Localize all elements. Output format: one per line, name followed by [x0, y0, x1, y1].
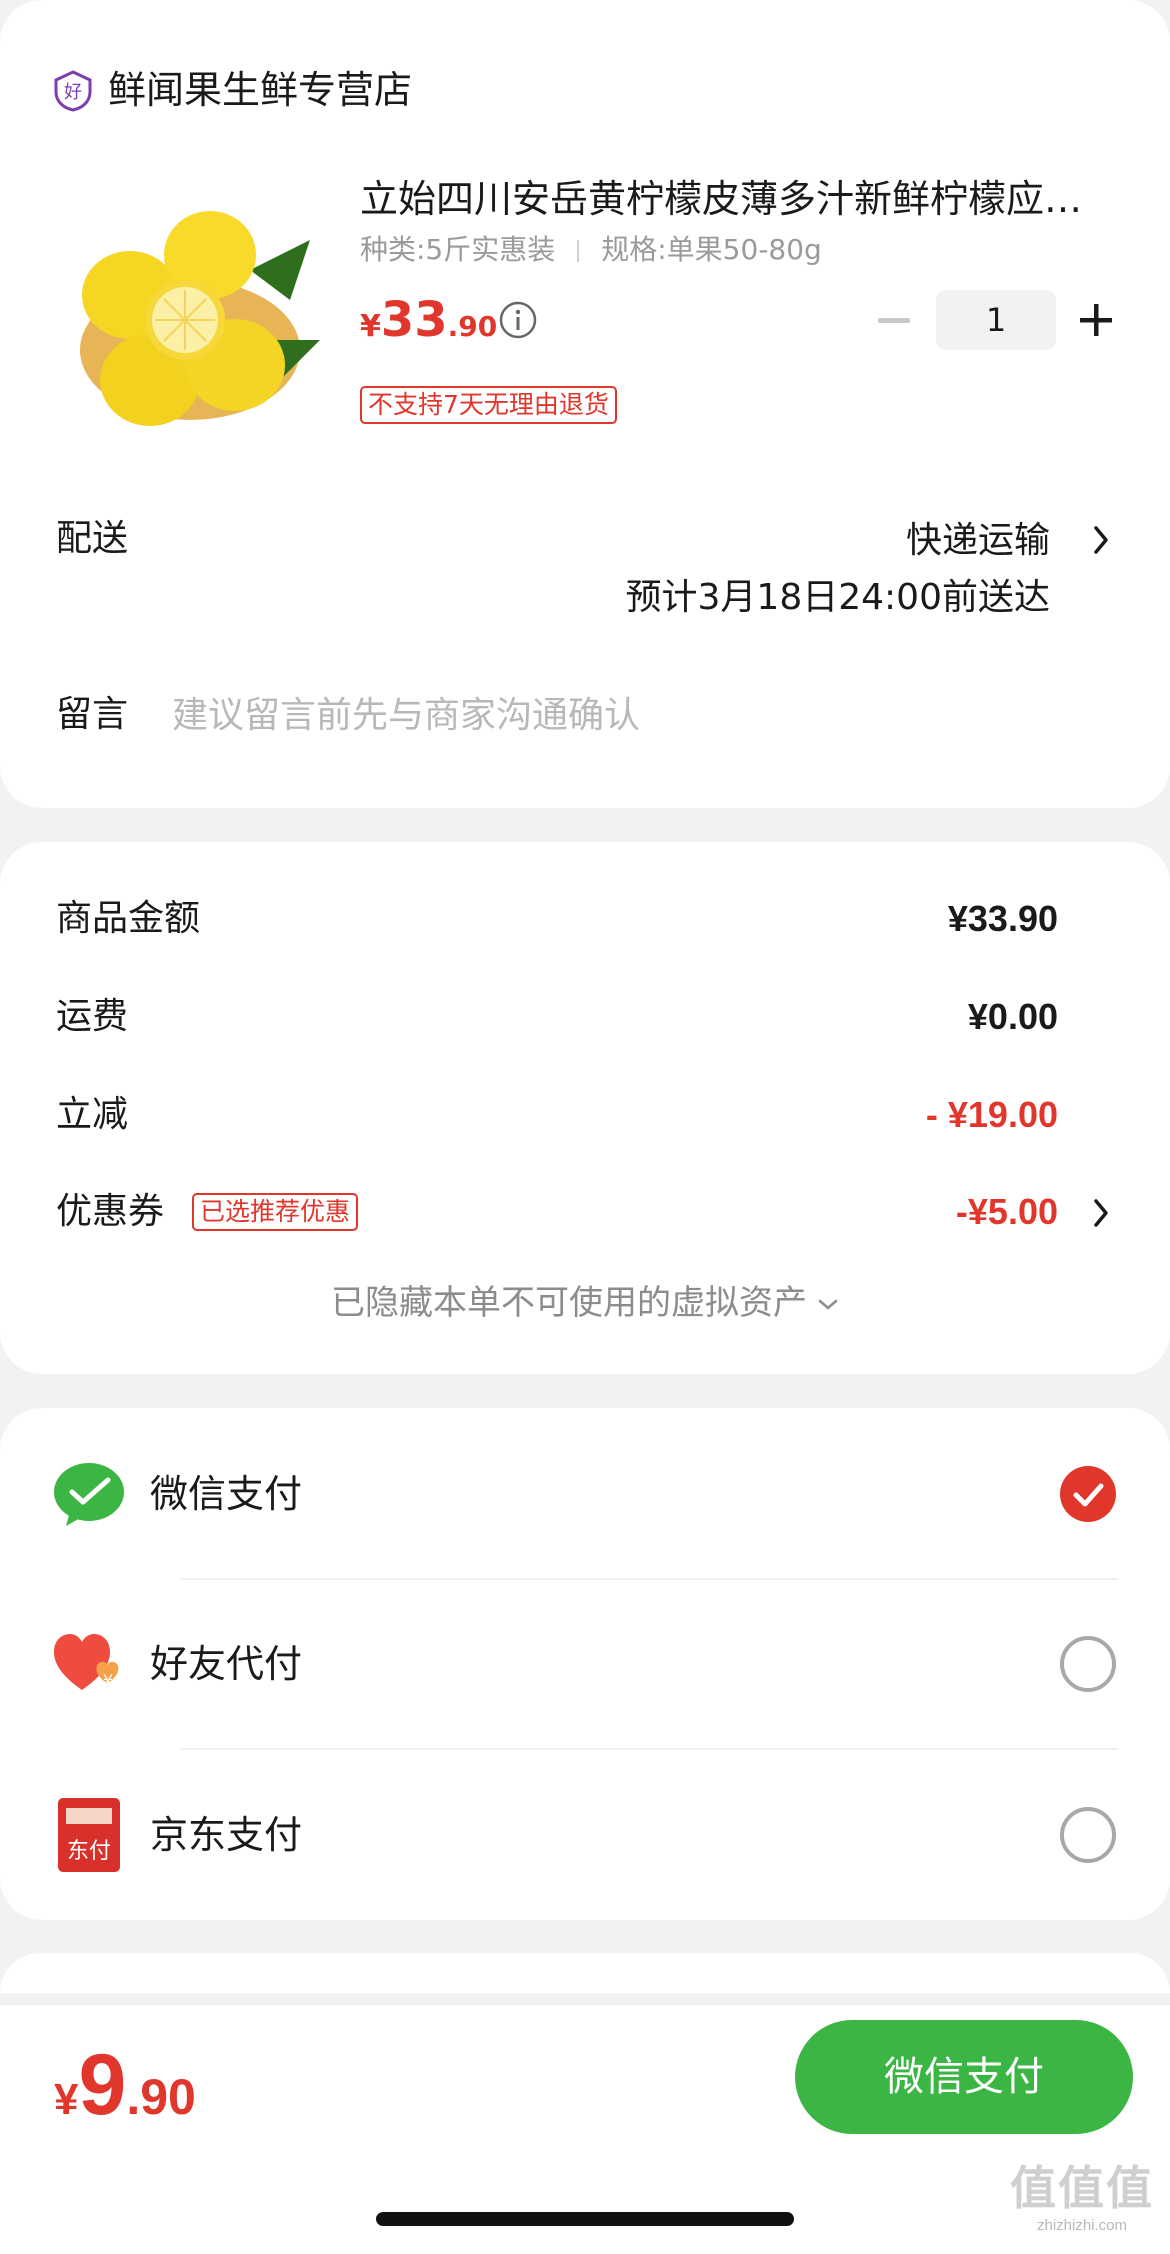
- instant-discount-label: 立减: [56, 1094, 129, 1135]
- shipping-fee-value: ¥0.00: [967, 996, 1058, 1037]
- total-integer: 9: [78, 2037, 127, 2133]
- svg-text:¥: ¥: [103, 1671, 113, 1690]
- price-integer: 33: [380, 292, 448, 348]
- message-input[interactable]: [172, 686, 1112, 744]
- chevron-down-icon: [818, 1299, 838, 1310]
- product-image[interactable]: [60, 200, 330, 440]
- wechat-pay-button[interactable]: 微信支付: [795, 2020, 1133, 2134]
- message-label: 留言: [56, 694, 129, 735]
- partial-card: [0, 1953, 1170, 1993]
- spec-divider: [577, 240, 580, 262]
- chevron-right-icon[interactable]: [1090, 1195, 1112, 1231]
- total-price: ¥9.90: [54, 2040, 196, 2155]
- hidden-assets-text: 已隐藏本单不可使用的虚拟资产: [331, 1283, 807, 1323]
- home-indicator[interactable]: [376, 2212, 794, 2226]
- goods-amount-label: 商品金额: [56, 898, 201, 939]
- quantity-decrease-button[interactable]: [878, 318, 910, 323]
- goods-amount-value: ¥33.90: [947, 898, 1058, 939]
- chevron-right-icon[interactable]: [1090, 522, 1112, 558]
- hidden-assets-toggle[interactable]: 已隐藏本单不可使用的虚拟资产: [0, 1278, 1170, 1328]
- radio-selected-wechat[interactable]: [1060, 1466, 1116, 1522]
- radio-unselected-jd[interactable]: [1060, 1807, 1116, 1863]
- quantity-increase-button[interactable]: [1078, 302, 1114, 338]
- no-return-tag: 不支持7天无理由退货: [360, 386, 617, 424]
- payment-option-label[interactable]: 京东支付: [150, 1808, 302, 1862]
- price-currency: ¥: [360, 309, 381, 344]
- shipping-fee-label: 运费: [56, 996, 129, 1037]
- store-badge-icon: 好: [54, 70, 92, 112]
- divider: [180, 1578, 1118, 1580]
- instant-discount-value: - ¥19.00: [925, 1094, 1058, 1135]
- total-currency: ¥: [54, 2075, 79, 2124]
- friend-pay-icon: ¥: [54, 1634, 119, 1690]
- watermark-url: zhizhizhi.com: [1036, 2217, 1128, 2234]
- jd-pay-icon: 东付: [58, 1798, 120, 1872]
- info-icon[interactable]: [498, 300, 538, 340]
- delivery-method[interactable]: 快递运输: [906, 516, 1050, 566]
- total-decimal: .90: [126, 2069, 196, 2125]
- payment-option-label[interactable]: 微信支付: [150, 1467, 302, 1521]
- product-price: ¥33.90: [360, 290, 497, 361]
- quantity-input[interactable]: 1: [936, 290, 1056, 350]
- radio-unselected-friend[interactable]: [1060, 1636, 1116, 1692]
- wechat-pay-icon: [54, 1463, 124, 1526]
- delivery-eta: 预计3月18日24:00前送达: [625, 577, 1050, 618]
- store-name[interactable]: 鲜闻果生鲜专营店: [108, 64, 412, 116]
- svg-text:东付: 东付: [67, 1839, 111, 1864]
- delivery-label: 配送: [56, 518, 129, 559]
- divider: [180, 1748, 1118, 1750]
- payment-option-label[interactable]: 好友代付: [150, 1637, 302, 1691]
- product-title[interactable]: 立始四川安岳黄柠檬皮薄多汁新鲜柠檬应季水果: [360, 172, 1120, 226]
- watermark: 值值值 zhizhizhi.com: [1010, 2160, 1154, 2236]
- spec-size: 规格:单果50-80g: [601, 233, 822, 266]
- coupon-value[interactable]: -¥5.00: [956, 1187, 1058, 1237]
- product-spec[interactable]: 种类:5斤实惠装 规格:单果50-80g: [360, 230, 822, 270]
- coupon-label: 优惠券: [56, 1191, 165, 1232]
- spec-kind: 种类:5斤实惠装: [360, 233, 556, 266]
- coupon-recommended-tag: 已选推荐优惠: [192, 1193, 359, 1231]
- watermark-title: 值值值: [1010, 2161, 1154, 2215]
- order-card: 好 鲜闻果生鲜专营店 立始四川安岳黄柠檬皮薄多汁新鲜柠檬应季水果 种类:5斤实惠…: [0, 0, 1170, 808]
- price-decimal: .90: [447, 310, 498, 343]
- svg-text:好: 好: [64, 82, 82, 103]
